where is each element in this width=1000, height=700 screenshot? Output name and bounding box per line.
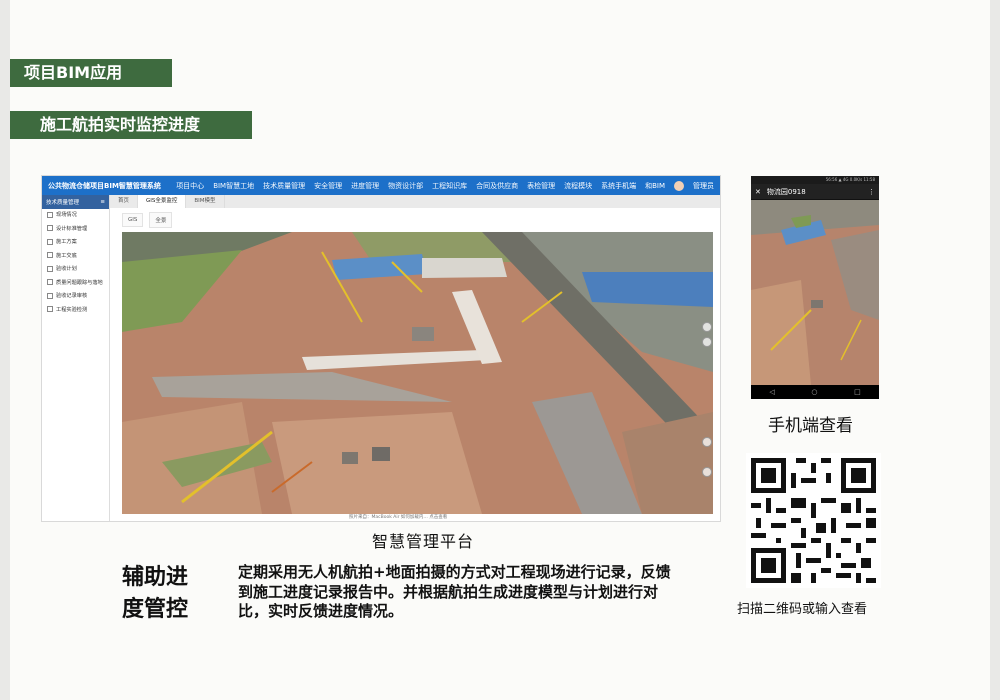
phone-nav-bar: ◁ ○ □	[751, 385, 879, 399]
doc-icon	[47, 306, 53, 312]
fullscreen-icon[interactable]	[702, 467, 712, 477]
avatar[interactable]	[674, 180, 684, 191]
tab-home[interactable]: 首页	[110, 195, 139, 208]
subtab-panorama[interactable]: 全景	[149, 211, 173, 228]
zoom-in-icon[interactable]	[702, 322, 712, 332]
sidebar-item-label: 施工方案	[56, 239, 77, 245]
tab-gis-monitor[interactable]: GIS全景监控	[138, 195, 187, 208]
sidebar-title: 技术质量管理	[46, 200, 80, 206]
menu-icon[interactable]: ≡	[100, 199, 105, 205]
section-heading: 辅助进度管控	[122, 565, 189, 622]
nav-item-mobile[interactable]: 手机端	[615, 181, 636, 191]
doc-icon	[47, 292, 53, 299]
sidebar-item-design-standards[interactable]: 设计标准管理	[42, 223, 109, 237]
doc-icon	[47, 265, 53, 272]
app-top-nav: 公共物流仓储项目BIM智慧管理系统 项目中心 BIM智慧工地 技术质量管理 安全…	[42, 176, 720, 195]
nav-item-inspection[interactable]: 表检管理	[527, 181, 555, 191]
caption-platform: 智慧管理平台	[372, 532, 475, 551]
aerial-site-photo	[122, 232, 713, 514]
nav-item-workflow[interactable]: 流程模块	[564, 181, 592, 191]
sidebar-item-label: 施工交底	[56, 252, 77, 259]
doc-icon	[47, 252, 53, 258]
more-icon[interactable]: ⋮	[868, 188, 875, 196]
nav-item-materials[interactable]: 物资设计部	[388, 181, 423, 191]
nav-item-bim-site[interactable]: BIM智慧工地	[213, 181, 254, 191]
nav-item-progress[interactable]: 进度管理	[351, 181, 379, 191]
user-name[interactable]: 管理员	[693, 181, 714, 191]
sidebar-item-lab-testing[interactable]: 工程实验检测	[42, 304, 109, 318]
left-border-strip	[0, 0, 10, 700]
phone-title-bar: ✕ 物流园0918 ⋮	[751, 184, 879, 199]
doc-icon	[47, 279, 53, 285]
sidebar-item-label: 设计标准管理	[56, 225, 88, 232]
doc-icon	[47, 238, 53, 245]
nav-item-safety[interactable]: 安全管理	[314, 181, 342, 191]
sidebar: 技术质量管理 ≡ 现场情况 设计标准管理 施工方案 施工交底 验收计划 质量问题…	[42, 195, 110, 521]
phone-aerial-photo[interactable]	[751, 200, 879, 385]
management-platform-screenshot: 公共物流仓储项目BIM智慧管理系统 项目中心 BIM智慧工地 技术质量管理 安全…	[41, 175, 721, 522]
zoom-out-icon[interactable]	[702, 337, 712, 347]
right-border-strip	[990, 0, 1000, 700]
view-switcher: GIS 全景	[110, 208, 720, 231]
section-tag-aerial-monitoring: 施工航拍实时监控进度	[10, 111, 252, 139]
sidebar-item-quality-issues[interactable]: 质量问题跟踪与落地	[42, 277, 109, 291]
tab-bar: 首页 GIS全景监控 BIM模型	[110, 195, 720, 208]
recent-apps-icon[interactable]: □	[854, 388, 861, 396]
nav-item-system[interactable]: 系统	[601, 181, 615, 191]
nav-item-contracts[interactable]: 合同及供应商	[476, 181, 518, 191]
sidebar-header: 技术质量管理 ≡	[42, 195, 109, 209]
caption-mobile: 手机端查看	[768, 416, 853, 436]
qr-code[interactable]	[746, 453, 881, 588]
home-icon[interactable]: ○	[811, 388, 817, 396]
nav-item-knowledge[interactable]: 工程知识库	[432, 181, 467, 191]
sidebar-item-label: 现场情况	[56, 212, 77, 218]
aerial-panorama-view[interactable]	[122, 232, 713, 514]
nav-item-project-center[interactable]: 项目中心	[176, 181, 204, 191]
tab-bim-model[interactable]: BIM模型	[186, 195, 225, 208]
phone-title: 物流园0918	[766, 187, 806, 196]
sidebar-item-label: 质量问题跟踪与落地	[56, 279, 103, 286]
sidebar-item-briefing[interactable]: 施工交底	[42, 250, 109, 264]
phone-site-photo	[751, 200, 879, 385]
photo-status-text: 照片来自：MacBook Air 如何加载内… 点击查看	[346, 514, 451, 520]
section-tag-label: 项目BIM应用	[24, 63, 123, 82]
sidebar-item-acceptance-plan[interactable]: 验收计划	[42, 263, 109, 277]
app-title: 公共物流仓储项目BIM智慧管理系统	[48, 181, 161, 190]
doc-icon	[47, 211, 53, 218]
section-tag-project-bim: 项目BIM应用	[10, 59, 172, 87]
sidebar-item-site-status[interactable]: 现场情况	[42, 209, 109, 223]
main-content: GIS 全景	[110, 208, 720, 521]
nav-item-tech-quality[interactable]: 技术质量管理	[263, 181, 305, 191]
back-icon[interactable]: ◁	[769, 388, 774, 396]
phone-status-bar: 56:56 ▲ 4G 0.0K/s 11:58	[751, 176, 879, 184]
sidebar-item-construction-plan[interactable]: 施工方案	[42, 236, 109, 250]
section-tag-label: 施工航拍实时监控进度	[40, 115, 201, 134]
caption-qr: 扫描二维码或输入查看	[737, 602, 868, 617]
doc-icon	[47, 225, 53, 231]
sidebar-item-acceptance-review[interactable]: 验收记录审核	[42, 290, 109, 304]
qr-code-graphic	[746, 453, 881, 588]
rotate-icon[interactable]	[702, 437, 712, 447]
subtab-gis[interactable]: GIS	[122, 212, 144, 227]
sidebar-item-label: 验收计划	[56, 266, 77, 272]
close-icon[interactable]: ✕	[755, 188, 761, 196]
sidebar-item-label: 验收记录审核	[56, 293, 88, 299]
sidebar-item-label: 工程实验检测	[56, 306, 88, 313]
nav-item-bim[interactable]: 和BIM	[645, 181, 665, 191]
mobile-screenshot: 56:56 ▲ 4G 0.0K/s 11:58 ✕ 物流园0918 ⋮ ◁ ○ …	[751, 176, 879, 399]
section-description: 定期采用无人机航拍+地面拍摄的方式对工程现场进行记录，反馈到施工进度记录报告中。…	[238, 563, 671, 620]
